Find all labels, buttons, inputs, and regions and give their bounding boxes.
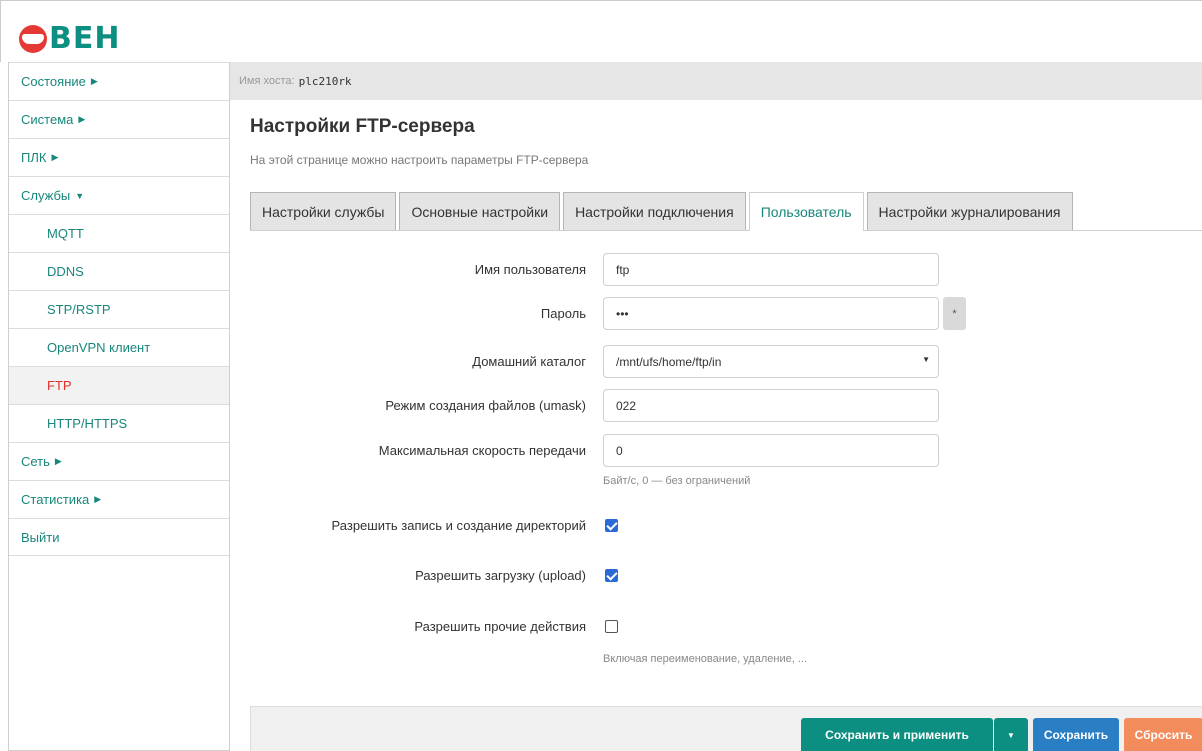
form-row-allow-write: Разрешить запись и создание директорий	[250, 518, 1202, 534]
allow-other-label: Разрешить прочие действия	[414, 619, 586, 634]
sidebar-item-label: Сеть	[21, 454, 50, 469]
sidebar-item-label: MQTT	[47, 226, 84, 241]
allow-write-label: Разрешить запись и создание директорий	[331, 518, 586, 533]
sidebar-item-services[interactable]: Службы ▼	[9, 176, 229, 214]
username-input[interactable]: ftp	[603, 253, 939, 286]
sidebar-item-label: ПЛК	[21, 150, 47, 165]
hostname-value: plc210rk	[298, 74, 352, 88]
save-button[interactable]: Сохранить	[1033, 718, 1119, 751]
max-rate-hint: Байт/с, 0 — без ограничений	[603, 475, 751, 487]
sidebar-item-ddns[interactable]: DDNS	[9, 252, 229, 290]
sidebar-item-plc[interactable]: ПЛК ▶	[9, 138, 229, 176]
sidebar-item-logout[interactable]: Выйти	[9, 518, 229, 556]
tab-logging-settings[interactable]: Настройки журналирования	[866, 192, 1073, 230]
allow-other-checkbox[interactable]	[605, 620, 618, 633]
caret-right-icon: ▶	[90, 76, 98, 86]
tab-basic-settings[interactable]: Основные настройки	[399, 192, 561, 230]
form-row-home-dir: Домашний каталог /mnt/ufs/home/ftp/in ▼	[250, 345, 1202, 378]
sidebar-item-label: OpenVPN клиент	[47, 340, 151, 355]
sidebar-item-ftp[interactable]: FTP	[9, 366, 229, 404]
reset-button[interactable]: Сбросить	[1124, 718, 1202, 751]
save-and-apply-dropdown-button[interactable]: ▼	[994, 718, 1028, 751]
home-dir-value: /mnt/ufs/home/ftp/in	[616, 354, 722, 369]
chevron-down-icon: ▼	[1007, 730, 1015, 740]
sidebar-item-system[interactable]: Система ▶	[9, 100, 229, 138]
caret-right-icon: ▶	[54, 456, 62, 466]
form-row-allow-other: Разрешить прочие действия Включая переим…	[250, 619, 1202, 669]
username-label: Имя пользователя	[474, 262, 586, 277]
caret-right-icon: ▶	[78, 114, 86, 124]
password-reveal-button[interactable]: *	[943, 297, 966, 330]
sidebar-item-network[interactable]: Сеть ▶	[9, 442, 229, 480]
umask-input[interactable]: 022	[603, 389, 939, 422]
sidebar-item-label: HTTP/HTTPS	[47, 416, 128, 431]
footer-actions: Сохранить и применить ▼ Сохранить Сброси…	[250, 706, 1202, 751]
form-row-max-rate: Максимальная скорость передачи 0 Байт/с,…	[250, 434, 1202, 494]
tab-bar: Настройки службы Основные настройки Наст…	[250, 192, 1202, 231]
hostname-label: Имя хоста:	[239, 75, 295, 87]
tab-service-settings[interactable]: Настройки службы	[250, 192, 397, 230]
sidebar-item-openvpn[interactable]: OpenVPN клиент	[9, 328, 229, 366]
sidebar-item-label: Статистика	[21, 492, 90, 507]
sidebar-item-label: Службы	[21, 188, 71, 203]
sidebar-item-label: Выйти	[21, 529, 60, 545]
home-dir-label: Домашний каталог	[472, 354, 586, 369]
sidebar-item-statistics[interactable]: Статистика ▶	[9, 480, 229, 518]
caret-down-icon: ▼	[75, 190, 85, 201]
sidebar-item-label: Система	[21, 112, 74, 127]
password-label: Пароль	[540, 306, 586, 321]
max-rate-input[interactable]: 0	[603, 434, 939, 467]
sidebar-item-label: Состояние	[21, 74, 86, 89]
hostname-bar: Имя хоста: plc210rk	[230, 62, 1202, 100]
sidebar-item-label: DDNS	[47, 264, 84, 279]
save-and-apply-button[interactable]: Сохранить и применить	[801, 718, 993, 751]
caret-right-icon: ▶	[94, 494, 102, 504]
sidebar-item-http-https[interactable]: HTTP/HTTPS	[9, 404, 229, 442]
page-description: На этой странице можно настроить парамет…	[250, 153, 589, 167]
sidebar-item-mqtt[interactable]: MQTT	[9, 214, 229, 252]
sidebar: Состояние ▶ Система ▶ ПЛК ▶ Службы ▼ MQTT DD…	[8, 62, 230, 751]
header: ВЕН	[0, 0, 1202, 62]
sidebar-item-label: FTP	[47, 378, 72, 393]
password-input[interactable]: •••	[603, 297, 939, 330]
page-title: Настройки FTP-сервера	[250, 116, 475, 137]
sidebar-item-status[interactable]: Состояние ▶	[9, 62, 229, 100]
form-row-password: Пароль ••• *	[250, 297, 1202, 330]
form-row-umask: Режим создания файлов (umask) 022	[250, 389, 1202, 422]
logo: ВЕН	[19, 23, 120, 55]
sidebar-item-label: STP/RSTP	[47, 302, 111, 317]
sidebar-item-stp-rstp[interactable]: STP/RSTP	[9, 290, 229, 328]
tab-connection-settings[interactable]: Настройки подключения	[563, 192, 746, 230]
form-row-username: Имя пользователя ftp	[250, 253, 1202, 286]
allow-other-hint: Включая переименование, удаление, ...	[603, 653, 807, 665]
max-rate-label: Максимальная скорость передачи	[378, 443, 586, 458]
tab-user[interactable]: Пользователь	[748, 192, 864, 231]
caret-right-icon: ▶	[51, 152, 59, 162]
allow-upload-label: Разрешить загрузку (upload)	[415, 568, 586, 583]
logo-mark-icon	[19, 25, 47, 53]
form-row-allow-upload: Разрешить загрузку (upload)	[250, 568, 1202, 584]
logo-text: ВЕН	[49, 21, 121, 56]
home-dir-select[interactable]: /mnt/ufs/home/ftp/in ▼	[603, 345, 939, 378]
allow-upload-checkbox[interactable]	[605, 569, 618, 582]
chevron-down-icon: ▼	[922, 355, 930, 364]
allow-write-checkbox[interactable]	[605, 519, 618, 532]
umask-label: Режим создания файлов (umask)	[385, 398, 586, 413]
